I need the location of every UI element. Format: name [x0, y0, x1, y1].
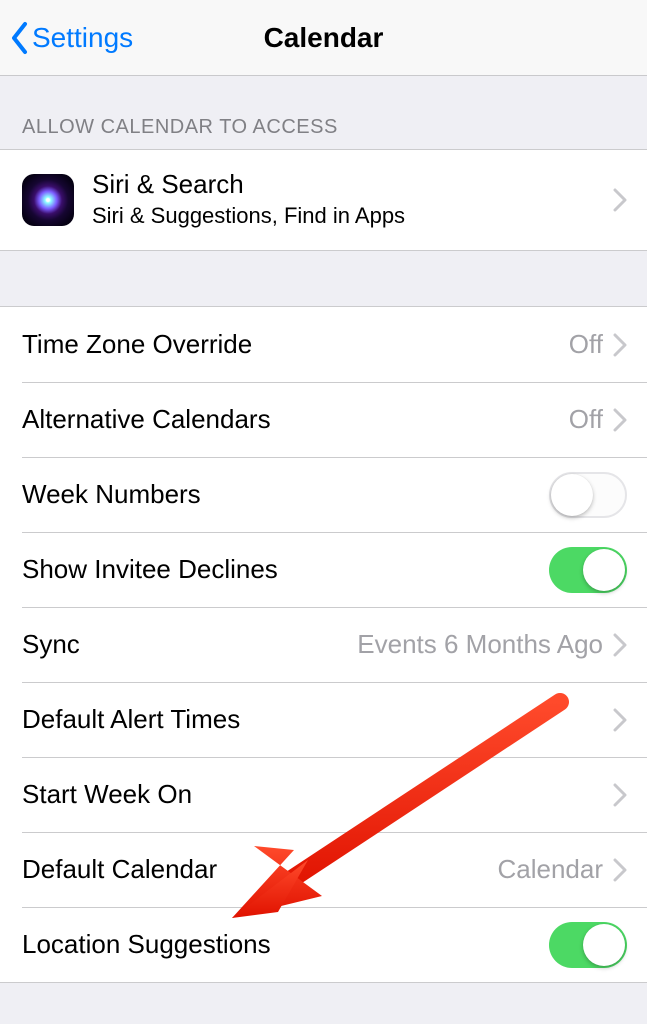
sync-value: Events 6 Months Ago: [357, 629, 603, 660]
location-suggestions-toggle[interactable]: [549, 922, 627, 968]
chevron-right-icon: [613, 633, 627, 657]
week-numbers-row: Week Numbers: [0, 457, 647, 532]
show-invitee-declines-toggle[interactable]: [549, 547, 627, 593]
start-week-on-label: Start Week On: [22, 779, 192, 810]
navigation-bar: Settings Calendar: [0, 0, 647, 76]
section-header-allow-access: ALLOW CALENDAR TO ACCESS: [0, 76, 647, 149]
siri-search-row[interactable]: Siri & Search Siri & Suggestions, Find i…: [0, 150, 647, 250]
back-button[interactable]: Settings: [10, 21, 133, 55]
siri-icon: [22, 174, 74, 226]
default-calendar-value: Calendar: [497, 854, 603, 885]
week-numbers-toggle[interactable]: [549, 472, 627, 518]
toggle-knob: [551, 474, 593, 516]
default-alert-times-label: Default Alert Times: [22, 704, 240, 735]
page-title: Calendar: [264, 22, 384, 54]
toggle-knob: [583, 924, 625, 966]
toggle-knob: [583, 549, 625, 591]
location-suggestions-row: Location Suggestions: [0, 907, 647, 982]
default-alert-times-row[interactable]: Default Alert Times: [0, 682, 647, 757]
access-group: Siri & Search Siri & Suggestions, Find i…: [0, 149, 647, 251]
start-week-on-row[interactable]: Start Week On: [0, 757, 647, 832]
chevron-right-icon: [613, 333, 627, 357]
time-zone-override-row[interactable]: Time Zone Override Off: [0, 307, 647, 382]
chevron-right-icon: [613, 188, 627, 212]
alternative-calendars-row[interactable]: Alternative Calendars Off: [0, 382, 647, 457]
section-gap: [0, 251, 647, 306]
chevron-left-icon: [10, 21, 30, 55]
chevron-right-icon: [613, 708, 627, 732]
time-zone-override-label: Time Zone Override: [22, 329, 252, 360]
show-invitee-declines-row: Show Invitee Declines: [0, 532, 647, 607]
alternative-calendars-label: Alternative Calendars: [22, 404, 271, 435]
chevron-right-icon: [613, 408, 627, 432]
sync-row[interactable]: Sync Events 6 Months Ago: [0, 607, 647, 682]
show-invitee-declines-label: Show Invitee Declines: [22, 554, 278, 585]
alternative-calendars-value: Off: [569, 404, 603, 435]
sync-label: Sync: [22, 629, 80, 660]
time-zone-override-value: Off: [569, 329, 603, 360]
default-calendar-label: Default Calendar: [22, 854, 217, 885]
chevron-right-icon: [613, 783, 627, 807]
location-suggestions-label: Location Suggestions: [22, 929, 271, 960]
chevron-right-icon: [613, 858, 627, 882]
week-numbers-label: Week Numbers: [22, 479, 201, 510]
siri-search-subtitle: Siri & Suggestions, Find in Apps: [92, 202, 613, 231]
back-label: Settings: [32, 22, 133, 54]
siri-search-text: Siri & Search Siri & Suggestions, Find i…: [92, 169, 613, 231]
siri-search-title: Siri & Search: [92, 169, 613, 200]
default-calendar-row[interactable]: Default Calendar Calendar: [0, 832, 647, 907]
calendar-settings-group: Time Zone Override Off Alternative Calen…: [0, 306, 647, 983]
